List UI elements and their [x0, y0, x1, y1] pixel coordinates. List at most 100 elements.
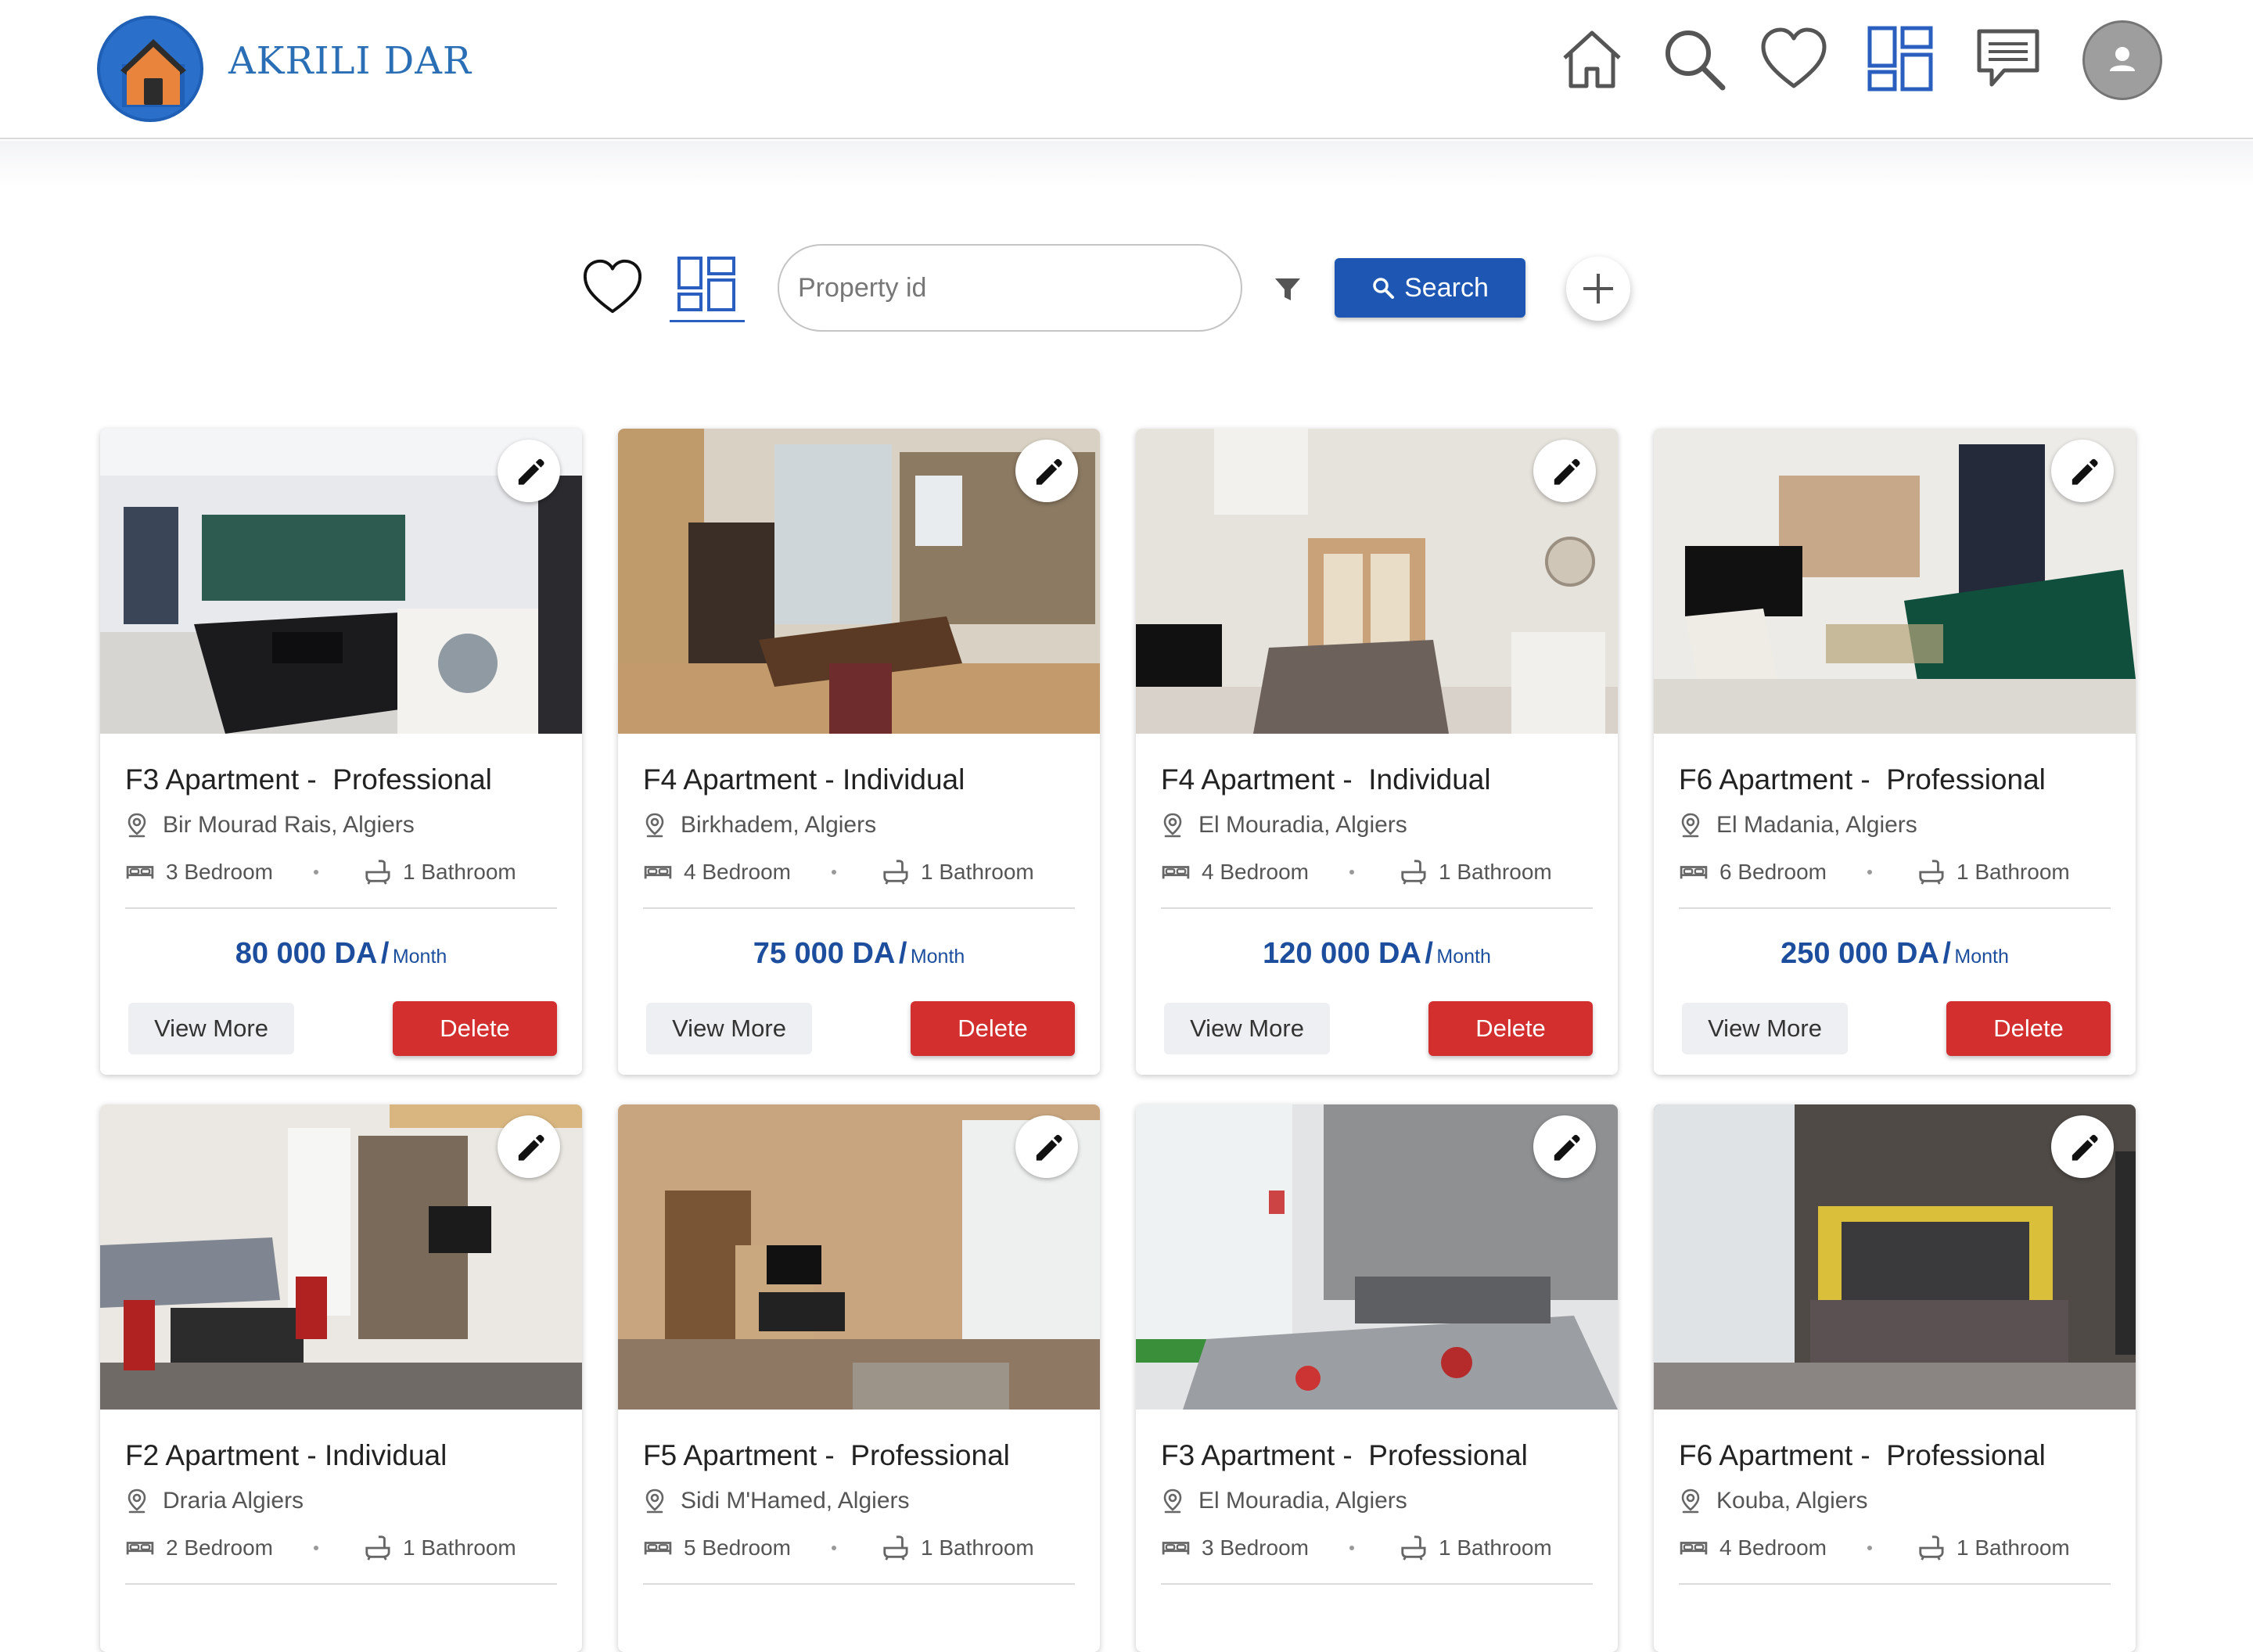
favorites-filter-icon[interactable] [582, 257, 643, 318]
property-title: F4 Apartment - Individual [1161, 763, 1491, 795]
location-text: Birkhadem, Algiers [681, 812, 877, 838]
card-divider [643, 1583, 1075, 1585]
bedrooms: 6 Bedroom [1679, 860, 1827, 885]
view-more-button[interactable]: View More [1164, 1003, 1330, 1054]
user-icon [2110, 47, 2135, 71]
property-photo[interactable] [1654, 429, 2136, 734]
property-photo[interactable] [100, 1104, 582, 1410]
delete-button[interactable]: Delete [1428, 1001, 1593, 1056]
bedrooms: 3 Bedroom [125, 860, 273, 885]
bathtub-icon [362, 859, 392, 885]
home-icon[interactable] [1557, 23, 1627, 94]
pencil-icon [512, 1129, 546, 1164]
property-features: 2 Bedroom 1 Bathroom [125, 1535, 516, 1561]
property-features: 4 Bedroom 1 Bathroom [1679, 1535, 2070, 1561]
search-button[interactable]: Search [1335, 258, 1525, 318]
delete-button[interactable]: Delete [393, 1001, 557, 1056]
delete-button[interactable]: Delete [1946, 1001, 2111, 1056]
property-title: F3 Apartment - Professional [125, 763, 492, 795]
card-divider [125, 907, 557, 909]
location-pin-icon [643, 1488, 667, 1514]
edit-button[interactable] [1533, 1115, 1596, 1178]
location-text: Kouba, Algiers [1716, 1488, 1868, 1514]
view-more-button[interactable]: View More [646, 1003, 812, 1054]
property-location: El Mouradia, Algiers [1161, 812, 1407, 839]
search-icon [1373, 278, 1395, 299]
location-pin-icon [1161, 1488, 1184, 1514]
pencil-icon [1029, 1129, 1064, 1164]
property-id-search-input[interactable] [778, 244, 1242, 332]
bathtub-icon [1398, 1535, 1428, 1561]
separator-dot [1349, 1546, 1354, 1550]
bathtub-icon [1916, 1535, 1946, 1561]
location-pin-icon [643, 812, 667, 839]
delete-button[interactable]: Delete [911, 1001, 1075, 1056]
bedrooms: 3 Bedroom [1161, 1535, 1309, 1560]
separator-dot [313, 870, 318, 874]
search-icon[interactable] [1658, 23, 1729, 94]
view-more-button[interactable]: View More [128, 1003, 294, 1054]
bathtub-icon [1398, 859, 1428, 885]
bathrooms: 1 Bathroom [880, 1535, 1034, 1561]
house-logo-icon [120, 39, 186, 107]
view-more-button[interactable]: View More [1682, 1003, 1848, 1054]
location-text: El Mouradia, Algiers [1198, 1488, 1407, 1514]
pencil-icon [2065, 454, 2100, 488]
property-photo[interactable] [1136, 1104, 1618, 1410]
property-card: F2 Apartment - Individual Draria Algiers… [100, 1104, 582, 1652]
add-property-button[interactable] [1566, 257, 1630, 321]
property-price: 75 000 DA / Month [753, 937, 965, 970]
plus-icon [1583, 274, 1613, 303]
search-button-label: Search [1404, 272, 1489, 303]
property-features: 4 Bedroom 1 Bathroom [1161, 859, 1552, 885]
bed-icon [643, 861, 673, 883]
separator-dot [1349, 870, 1354, 874]
dashboard-icon[interactable] [1865, 23, 1935, 94]
logo[interactable] [97, 16, 203, 122]
property-photo[interactable] [618, 1104, 1100, 1410]
card-divider [125, 1583, 557, 1585]
bedrooms: 2 Bedroom [125, 1535, 273, 1560]
edit-button[interactable] [1015, 440, 1078, 502]
location-text: El Mouradia, Algiers [1198, 812, 1407, 838]
location-text: Sidi M'Hamed, Algiers [681, 1488, 910, 1514]
grid-view-icon [677, 257, 735, 311]
property-title: F6 Apartment - Professional [1679, 1439, 2046, 1471]
property-features: 4 Bedroom 1 Bathroom [643, 859, 1034, 885]
filter-icon[interactable] [1272, 274, 1303, 305]
property-title: F6 Apartment - Professional [1679, 763, 2046, 795]
bedrooms: 4 Bedroom [1161, 860, 1309, 885]
bathtub-icon [362, 1535, 392, 1561]
heart-icon[interactable] [1759, 23, 1829, 94]
bed-icon [1679, 861, 1709, 883]
property-photo[interactable] [618, 429, 1100, 734]
card-divider [643, 907, 1075, 909]
bedrooms: 4 Bedroom [1679, 1535, 1827, 1560]
edit-button[interactable] [498, 1115, 560, 1178]
card-divider [1679, 1583, 2111, 1585]
property-title: F4 Apartment - Individual [643, 763, 965, 795]
separator-dot [1867, 1546, 1872, 1550]
brand-name: AKRILI DAR [228, 39, 473, 83]
property-photo[interactable] [1654, 1104, 2136, 1410]
property-photo[interactable] [1136, 429, 1618, 734]
property-price: 120 000 DA / Month [1263, 937, 1491, 970]
separator-dot [313, 1546, 318, 1550]
property-price: 250 000 DA / Month [1780, 937, 2009, 970]
separator-dot [831, 870, 836, 874]
property-card: F4 Apartment - Individual Birkhadem, Alg… [618, 429, 1100, 1075]
chat-icon[interactable] [1973, 23, 2043, 94]
grid-view-tab[interactable] [670, 247, 745, 322]
location-pin-icon [1679, 812, 1702, 839]
user-avatar[interactable] [2082, 20, 2162, 100]
property-photo[interactable] [100, 429, 582, 734]
edit-button[interactable] [498, 440, 560, 502]
edit-button[interactable] [1015, 1115, 1078, 1178]
edit-button[interactable] [1533, 440, 1596, 502]
pencil-icon [2065, 1129, 2100, 1164]
property-features: 5 Bedroom 1 Bathroom [643, 1535, 1034, 1561]
edit-button[interactable] [2051, 440, 2114, 502]
property-card: F6 Apartment - Professional El Madania, … [1654, 429, 2136, 1075]
edit-button[interactable] [2051, 1115, 2114, 1178]
location-pin-icon [1679, 1488, 1702, 1514]
